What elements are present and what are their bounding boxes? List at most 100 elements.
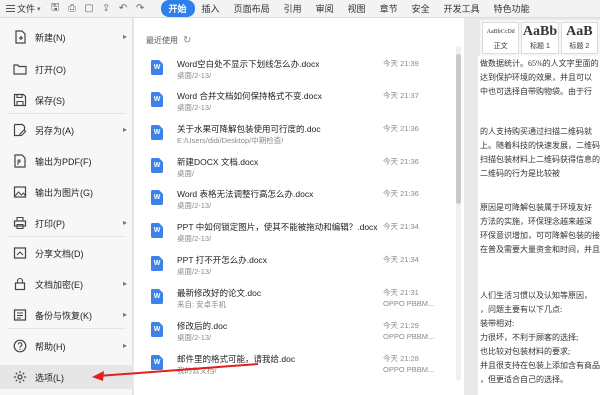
menu-item-encrypt[interactable]: 文档加密(E) ▸ (0, 272, 133, 296)
file-path: 桌面/2-13/ (177, 103, 212, 112)
file-menu: 新建(N) ▸ 打开(O) 保存(S) 另存为(A) ▸ 输出为PDF(F) 输… (0, 18, 133, 395)
recent-file-row[interactable]: W PPT 打不开怎么办.docx 桌面/2-13/ 今天 21:34 (134, 248, 454, 279)
file-path: 桌面/2-13/ (177, 333, 212, 342)
undo-icon[interactable]: ↶ (117, 3, 130, 14)
document-line: 也比较对包装材料的要求; (480, 347, 571, 356)
file-menu-label: 文件 (17, 4, 36, 14)
tab-view[interactable]: 视图 (341, 0, 373, 17)
recent-file-row[interactable]: W 新建DOCX 文档.docx 桌面/ 今天 21:36 (134, 150, 454, 181)
document-line: 在普及需要大量资金和时间，并且 (480, 245, 600, 254)
recent-file-row[interactable]: W 最新修改好的论文.doc 来自: 安卓手机 今天 21:31 OPPO PB… (134, 281, 454, 312)
scrollbar-thumb[interactable] (456, 54, 461, 204)
file-source: OPPO PBBM... (383, 332, 435, 341)
file-name: Word 合并文档如何保持格式不变.docx (177, 91, 322, 101)
menu-item-label: 备份与恢复(K) (35, 310, 92, 321)
document-line: 扫描包装材料上二维码获得信息的 (480, 155, 600, 164)
chevron-right-icon: ▸ (122, 125, 127, 134)
menu-divider (8, 328, 126, 329)
menu-item-export-image[interactable]: 输出为图片(G) (0, 180, 133, 204)
image-icon (13, 185, 27, 199)
tab-insert[interactable]: 插入 (195, 0, 227, 17)
menu-item-label: 输出为图片(G) (35, 187, 93, 198)
menu-item-label: 文档加密(E) (35, 279, 83, 290)
word-doc-icon: W (151, 158, 163, 173)
word-doc-icon: W (151, 125, 163, 140)
new-doc-icon (13, 30, 27, 44)
document-line: ，但更适合自己的选择。 (480, 375, 568, 384)
recent-file-row[interactable]: W PPT 中如何锁定图片，使其不能被拖动和编辑？.docx 桌面/2-13/ … (134, 215, 454, 246)
recent-files-header: 最近使用 ↻ (146, 35, 191, 46)
recent-file-row[interactable]: W Word 表格无法调整行高怎么办.docx 桌面/2-13/ 今天 21:3… (134, 182, 454, 213)
recent-file-row[interactable]: W 修改后的.doc 桌面/2-13/ 今天 21:29 OPPO PBBM..… (134, 314, 454, 345)
chevron-right-icon: ▸ (122, 218, 127, 227)
document-area: 做数据统计。65%的人文字里面的 达到保护环境的效果，并且可以 中也可选择自带购… (464, 56, 600, 395)
file-name: Word空白处不显示下划线怎么办.docx (177, 59, 320, 69)
save-icon[interactable]: 🖫 (49, 0, 62, 17)
file-time: 今天 21:37 (383, 91, 419, 100)
recent-file-row[interactable]: W Word空白处不显示下划线怎么办.docx 桌面/2-13/ 今天 21:3… (134, 52, 454, 83)
tab-review[interactable]: 审阅 (309, 0, 341, 17)
document-line: 并且很支持在包装上添加含有商品 (480, 361, 600, 370)
document-line: 方法的实施，环保理念越来越深 (480, 217, 592, 226)
menu-item-new[interactable]: 新建(N) ▸ (0, 25, 133, 49)
file-path: 桌面/2-13/ (177, 234, 212, 243)
chevron-right-icon: ▸ (122, 32, 127, 41)
document-line: 装带相对: (480, 319, 515, 328)
menu-item-open[interactable]: 打开(O) (0, 57, 133, 81)
menu-item-help[interactable]: 帮助(H) ▸ (0, 334, 133, 358)
chevron-right-icon: ▸ (122, 279, 127, 288)
style-caption: 标题 2 (569, 43, 590, 50)
menu-item-save-as[interactable]: 另存为(A) ▸ (0, 118, 133, 142)
style-normal[interactable]: AaBbCcDd 正文 (482, 22, 520, 54)
menu-item-save[interactable]: 保存(S) (0, 88, 133, 112)
tab-developer[interactable]: 开发工具 (437, 0, 487, 17)
menu-item-print[interactable]: 打印(P) ▸ (0, 211, 133, 235)
chevron-right-icon: ▸ (122, 310, 127, 319)
refresh-icon[interactable]: ↻ (183, 35, 191, 46)
file-time: 今天 21:36 (383, 189, 419, 198)
file-path: 桌面/2-13/ (177, 267, 212, 276)
file-time: 今天 21:28 (383, 354, 419, 363)
menu-item-share[interactable]: 分享文档(D) (0, 241, 133, 265)
recent-file-row[interactable]: W Word 合并文档如何保持格式不变.docx 桌面/2-13/ 今天 21:… (134, 84, 454, 115)
export-icon[interactable]: ⇪ (100, 3, 113, 14)
menu-item-backup[interactable]: 备份与恢复(K) ▸ (0, 303, 133, 327)
recent-file-row[interactable]: W 关于水果可降解包装使用可行度的.doc E:/Users/didi/Desk… (134, 117, 454, 148)
word-doc-icon: W (151, 60, 163, 75)
file-path: 桌面/2-13/ (177, 71, 212, 80)
menu-item-label: 打印(P) (35, 218, 65, 229)
tab-security[interactable]: 安全 (405, 0, 437, 17)
recent-file-row[interactable]: W 邮件里的格式可能，请我给.doc 我的云文档/ 今天 21:28 OPPO … (134, 347, 454, 378)
file-time: 今天 21:36 (383, 157, 419, 166)
document-line: 做数据统计。65%的人文字里面的 (480, 59, 599, 68)
style-caption: 正文 (493, 43, 508, 50)
word-doc-icon: W (151, 289, 163, 304)
file-path: 桌面/2-13/ (177, 201, 212, 210)
menu-item-options[interactable]: 选项(L) (0, 365, 133, 389)
style-sample: AaB (566, 24, 593, 39)
tab-home[interactable]: 开始 (160, 0, 195, 17)
style-heading-1[interactable]: AaBb 标题 1 (521, 22, 559, 54)
document-line: 二维码的行为是比较被 (480, 169, 560, 178)
document-page[interactable]: 做数据统计。65%的人文字里面的 达到保护环境的效果，并且可以 中也可选择自带购… (478, 56, 600, 395)
tab-page-layout[interactable]: 页面布局 (227, 0, 277, 17)
word-doc-icon: W (151, 256, 163, 271)
tab-section[interactable]: 章节 (373, 0, 405, 17)
backup-icon (13, 308, 27, 322)
recent-scrollbar[interactable] (456, 46, 461, 381)
style-caption: 标题 1 (530, 43, 550, 50)
word-doc-icon: W (151, 92, 163, 107)
tab-references[interactable]: 引用 (277, 0, 309, 17)
file-name: 邮件里的格式可能，请我给.doc (177, 354, 296, 364)
style-heading-2[interactable]: AaB 标题 2 (560, 22, 598, 54)
print-icon[interactable]: ⎙ (66, 3, 79, 14)
file-time: 今天 21:34 (383, 222, 419, 231)
menu-divider (8, 113, 126, 114)
menu-item-export-pdf[interactable]: 输出为PDF(F) (0, 149, 133, 173)
redo-icon[interactable]: ↷ (134, 3, 147, 14)
save-as-icon (13, 123, 27, 137)
file-name: 关于水果可降解包装使用可行度的.doc (177, 124, 321, 134)
tab-features[interactable]: 特色功能 (487, 0, 537, 17)
preview-icon[interactable]: ▢ (83, 3, 96, 14)
file-menu-button[interactable]: 文件 ▾ (2, 1, 45, 17)
